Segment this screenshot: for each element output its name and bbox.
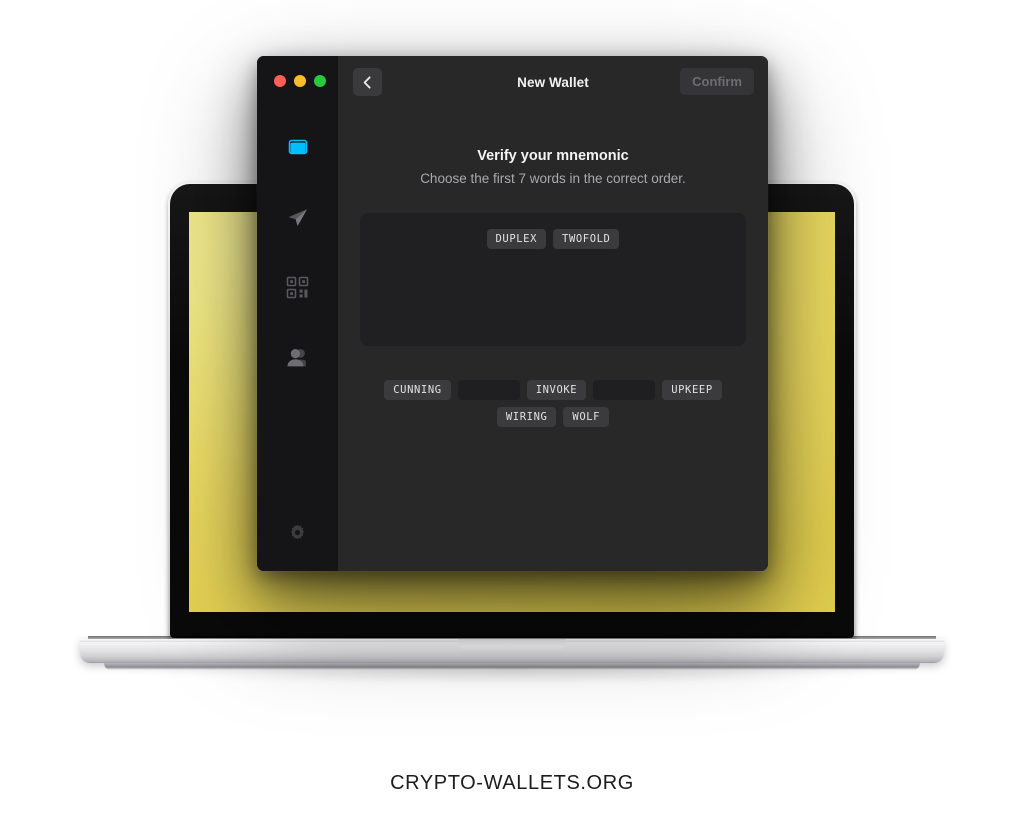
content-area: Verify your mnemonic Choose the first 7 … [338, 108, 768, 571]
laptop-ground-shadow [120, 668, 904, 684]
chevron-left-icon [362, 75, 373, 89]
verify-heading: Verify your mnemonic [477, 148, 629, 164]
laptop-base-notch [458, 639, 566, 650]
titlebar: New Wallet Confirm [338, 56, 768, 108]
verify-subheading: Choose the first 7 words in the correct … [420, 171, 686, 186]
word-bank-empty-slot [457, 380, 520, 400]
word-bank-row: WIRING WOLF [496, 407, 610, 427]
screenshot-stage: New Wallet Confirm Verify your mnemonic … [0, 0, 1024, 826]
selected-word-chip[interactable]: TWOFOLD [553, 229, 620, 249]
sidebar-item-settings[interactable] [281, 515, 315, 549]
minimize-button[interactable] [294, 75, 306, 87]
word-bank-empty-slot [593, 380, 656, 400]
contacts-icon [284, 344, 311, 371]
sidebar-item-contacts[interactable] [281, 340, 315, 374]
word-bank-chip[interactable]: INVOKE [526, 380, 587, 400]
word-bank-chip[interactable]: UPKEEP [662, 380, 722, 400]
brand-label: CRYPTO-WALLETS.ORG [390, 772, 634, 794]
selected-word-chip[interactable]: DUPLEX [486, 229, 547, 249]
selected-words-dropzone[interactable]: DUPLEX TWOFOLD [360, 213, 746, 346]
sidebar-item-wallet[interactable] [281, 130, 315, 164]
zoom-button[interactable] [314, 75, 326, 87]
window-controls [274, 75, 326, 87]
wallet-icon [285, 134, 311, 160]
word-bank-chip[interactable]: WIRING [496, 407, 557, 427]
laptop-base [80, 639, 944, 663]
main-panel: New Wallet Confirm Verify your mnemonic … [338, 56, 768, 571]
app-window: New Wallet Confirm Verify your mnemonic … [257, 56, 768, 571]
back-button[interactable] [353, 68, 382, 96]
word-bank-chip[interactable]: WOLF [563, 407, 610, 427]
sidebar-item-receive[interactable] [281, 270, 315, 304]
selected-words-row: DUPLEX TWOFOLD [378, 229, 728, 249]
sidebar-bottom-nav [257, 515, 338, 549]
send-icon [284, 204, 311, 231]
word-bank: CUNNING INVOKE UPKEEP WIRING WOLF [360, 380, 746, 427]
sidebar [257, 56, 338, 571]
word-bank-chip[interactable]: CUNNING [384, 380, 451, 400]
qr-code-icon [285, 275, 310, 300]
sidebar-nav [257, 130, 338, 374]
word-bank-row: CUNNING INVOKE UPKEEP [384, 380, 722, 400]
sidebar-item-send[interactable] [281, 200, 315, 234]
confirm-button[interactable]: Confirm [680, 68, 754, 95]
gear-icon [288, 523, 307, 542]
close-button[interactable] [274, 75, 286, 87]
